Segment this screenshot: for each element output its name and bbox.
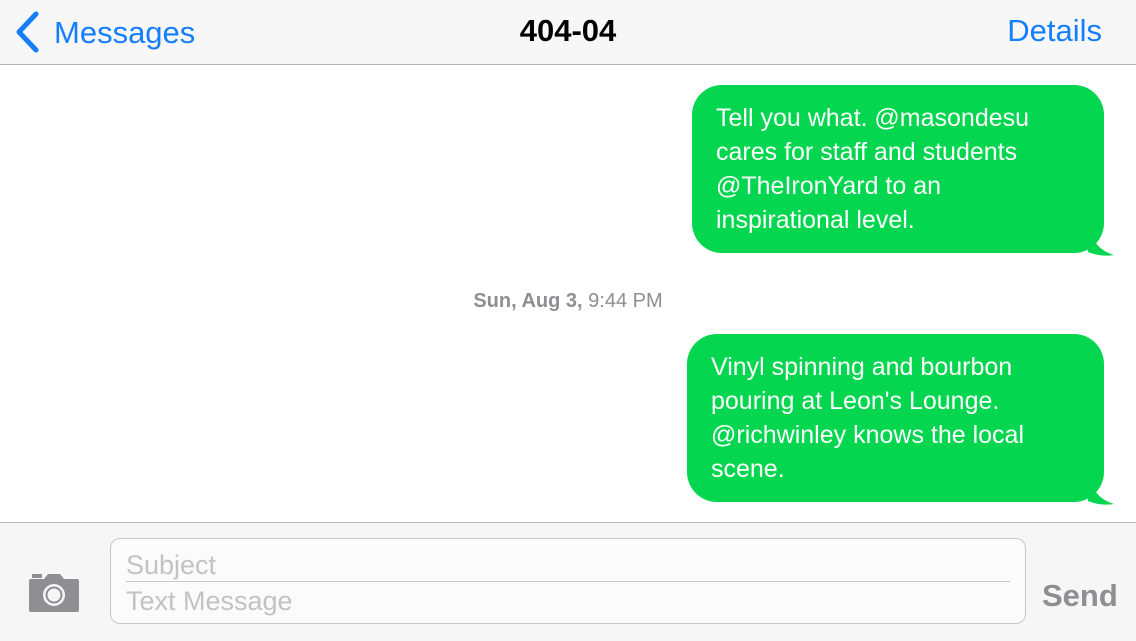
send-button[interactable]: Send xyxy=(1042,578,1118,614)
compose-box xyxy=(110,538,1026,624)
camera-button[interactable] xyxy=(28,570,80,619)
message-timestamp: Sun, Aug 3, 9:44 PM xyxy=(0,289,1136,313)
conversation-thread: Tell you what. @masondesu cares for staf… xyxy=(0,65,1136,522)
message-bubble[interactable]: Tell you what. @masondesu cares for staf… xyxy=(692,85,1114,256)
conversation-title: 404-04 xyxy=(519,13,617,48)
timestamp-time: 9:44 PM xyxy=(588,290,663,312)
camera-icon xyxy=(28,574,80,618)
message-bubble[interactable]: Vinyl spinning and bourbon pouring at Le… xyxy=(687,334,1114,505)
message-text: Tell you what. @masondesu cares for staf… xyxy=(692,85,1104,253)
message-text: Vinyl spinning and bourbon pouring at Le… xyxy=(687,334,1104,502)
message-input[interactable] xyxy=(126,585,1010,617)
timestamp-date: Sun, Aug 3, xyxy=(473,290,583,312)
bubble-tail-icon xyxy=(1088,476,1114,505)
details-button[interactable]: Details xyxy=(1007,14,1102,48)
bubble-tail-icon xyxy=(1088,227,1114,256)
navigation-bar: Messages 404-04 Details xyxy=(0,0,1136,65)
subject-input[interactable] xyxy=(126,549,1010,582)
